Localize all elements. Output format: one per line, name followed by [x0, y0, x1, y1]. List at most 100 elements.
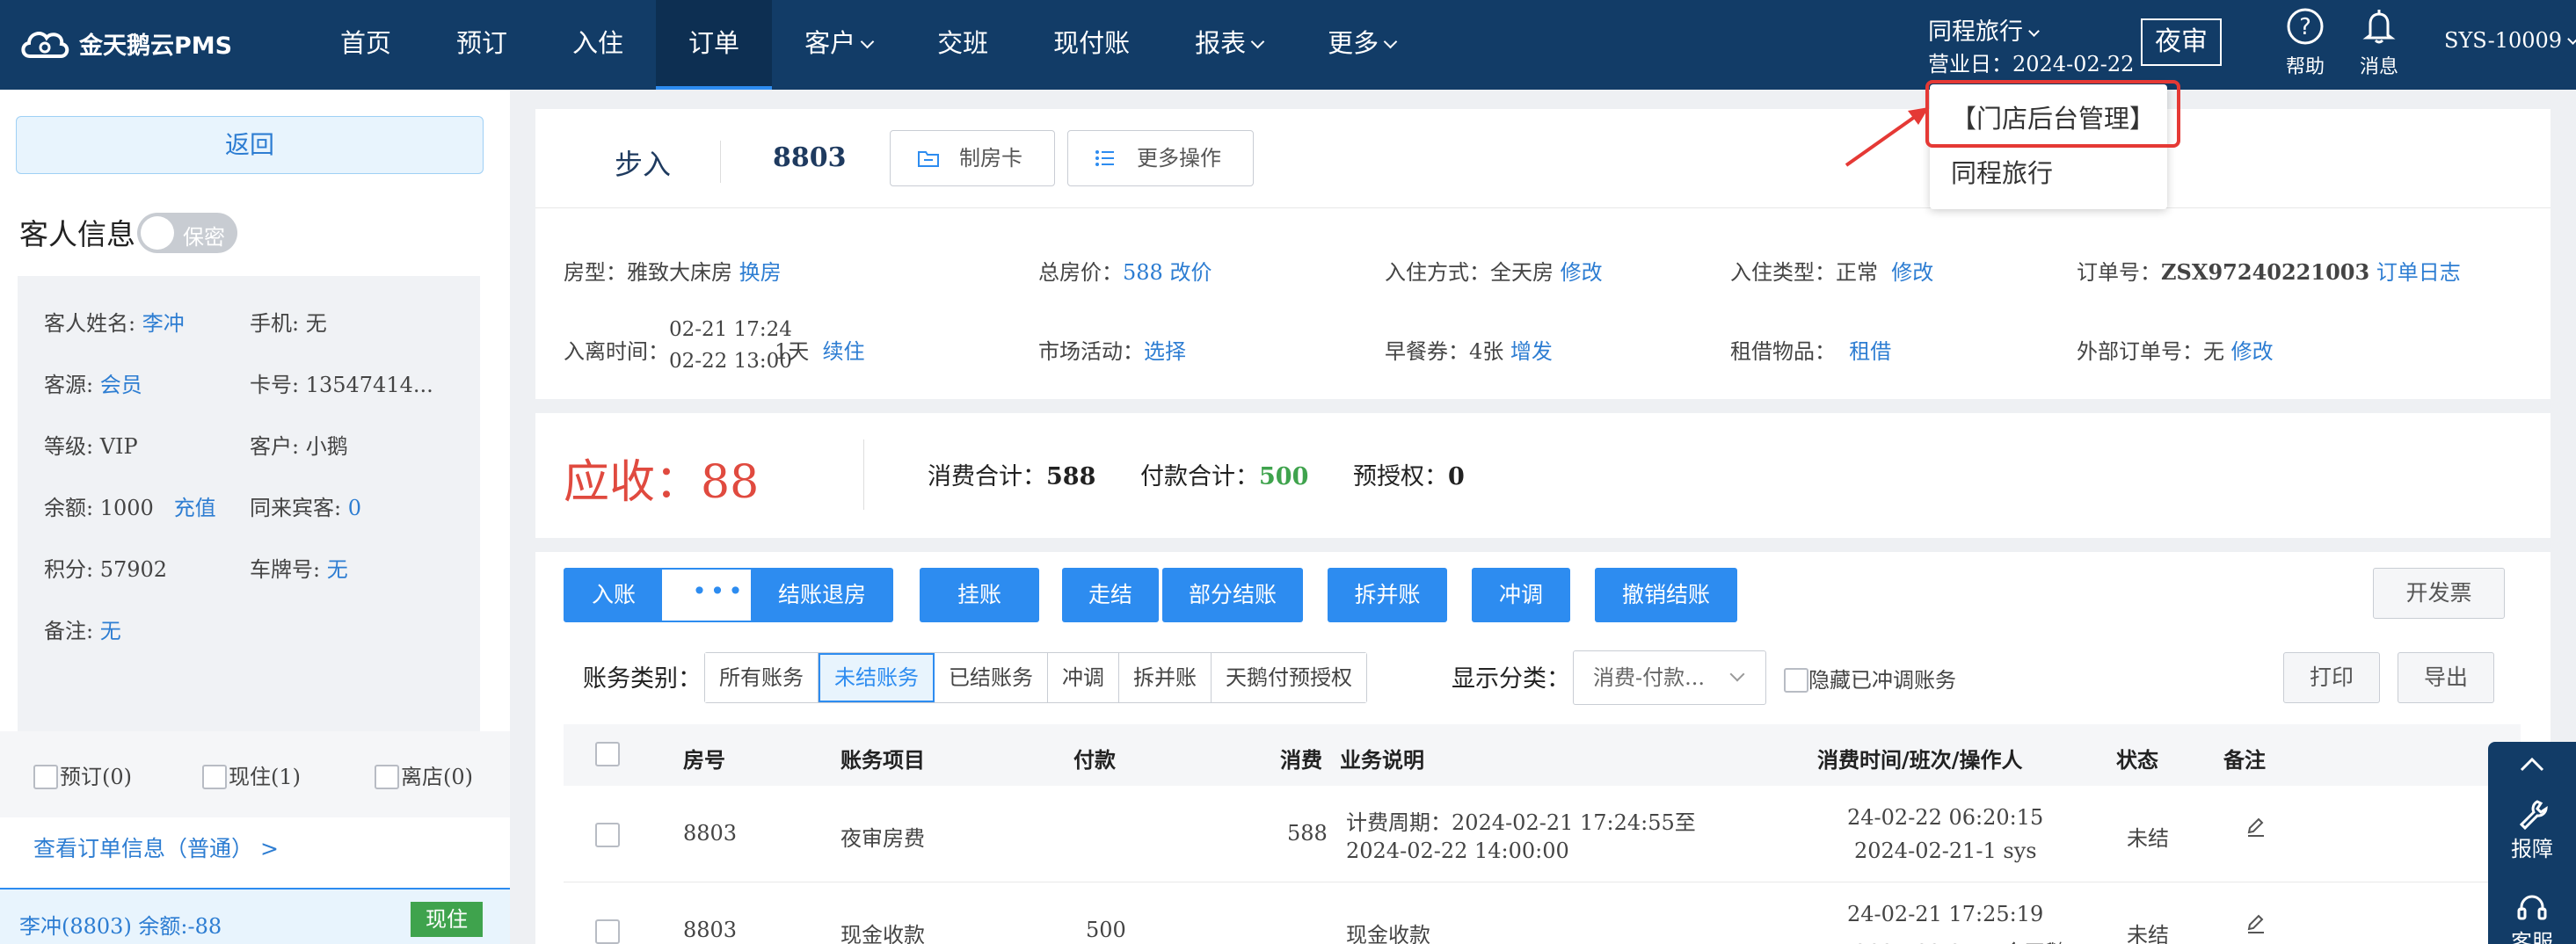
nav-checkin[interactable]: 入住: [540, 0, 656, 90]
store-selector[interactable]: 同程旅行: [1928, 12, 2040, 47]
nav-cash-account[interactable]: 现付账: [1021, 0, 1162, 90]
tab-all-accounts[interactable]: 所有账务: [705, 653, 819, 702]
checkin-type-field: 入住类型：正常 修改: [1730, 260, 1934, 285]
split-merge-button[interactable]: 拆并账: [1328, 568, 1447, 622]
guest-info-box: [18, 276, 480, 786]
order-log-link[interactable]: 订单日志: [2376, 260, 2461, 285]
hang-account-button[interactable]: 挂账: [920, 568, 1039, 622]
edit-checkin-type-link[interactable]: 修改: [1891, 260, 1933, 285]
more-operations-button[interactable]: 更多操作: [1067, 130, 1254, 186]
extend-stay-link[interactable]: 续住: [823, 339, 865, 364]
nav-reports[interactable]: 报表: [1162, 0, 1295, 90]
annotation-arrow-icon: [1845, 107, 1929, 167]
folder-icon: [918, 151, 939, 167]
divider: [720, 141, 721, 183]
guest-name-link[interactable]: 李冲: [142, 311, 185, 336]
chevron-down-icon: [860, 34, 875, 49]
edit-external-order-link[interactable]: 修改: [2231, 339, 2274, 364]
help-button[interactable]: ? 帮助: [2277, 7, 2333, 79]
tab-swan-pay-preauth[interactable]: 天鹅付预授权: [1212, 653, 1366, 702]
filter-reserved[interactable]: 预订(0): [33, 759, 132, 791]
select-all-checkbox[interactable]: [595, 742, 620, 766]
print-button[interactable]: 打印: [2283, 652, 2380, 703]
checkbox[interactable]: [202, 764, 227, 789]
issue-voucher-link[interactable]: 增发: [1510, 339, 1553, 364]
table-row[interactable]: 8803 夜审房费 588 计费周期：2024-02-21 17:24:55至 …: [564, 786, 2521, 882]
guest-phone: 手机: 无: [250, 311, 327, 336]
checkout-button[interactable]: 结账退房: [751, 568, 893, 622]
total-price-value: 588: [1123, 260, 1163, 285]
edit-pencil-icon[interactable]: [2245, 816, 2267, 839]
amount-due: 应收：88: [564, 456, 760, 509]
report-issue-button[interactable]: 报障: [2488, 796, 2576, 862]
partial-settle-button[interactable]: 部分结账: [1162, 568, 1303, 622]
tab-settled-accounts[interactable]: 已结账务: [935, 653, 1048, 702]
cell-time: 24-02-22 06:20:15: [1847, 805, 2044, 830]
remark-link[interactable]: 无: [100, 619, 121, 643]
display-category-label: 显示分类：: [1452, 665, 1570, 693]
privacy-toggle[interactable]: 保密: [137, 213, 237, 253]
filter-checked-out[interactable]: 离店(0): [375, 759, 473, 791]
brand-logo[interactable]: 金天鹅云PMS: [19, 25, 232, 62]
guest-balance: 余额: 1000 充值: [44, 496, 216, 520]
reverse-adjust-button[interactable]: 冲调: [1472, 568, 1570, 622]
guest-source-link[interactable]: 会员: [100, 373, 142, 397]
row-checkbox[interactable]: [595, 823, 620, 847]
invoice-button[interactable]: 开发票: [2373, 568, 2505, 619]
companions-link[interactable]: 0: [348, 496, 361, 520]
filter-checked-in[interactable]: 现住(1): [202, 759, 301, 791]
export-button[interactable]: 导出: [2398, 652, 2494, 703]
plate-link[interactable]: 无: [327, 557, 348, 582]
night-audit-button[interactable]: 夜审: [2141, 18, 2222, 66]
row-checkbox[interactable]: [595, 919, 620, 944]
walk-settle-button[interactable]: 走结: [1062, 568, 1159, 622]
edit-checkin-mode-link[interactable]: 修改: [1561, 260, 1603, 285]
cell-item: 现金收款: [840, 923, 925, 944]
checkbox[interactable]: [33, 764, 58, 789]
column-header: 消费时间/班次/操作人: [1817, 747, 2023, 773]
change-room-link[interactable]: 换房: [739, 260, 782, 285]
nav-more[interactable]: 更多: [1295, 0, 1428, 90]
rent-item-link[interactable]: 租借: [1849, 339, 1891, 364]
change-price-link[interactable]: 改价: [1169, 260, 1212, 285]
nav-reservation[interactable]: 预订: [424, 0, 540, 90]
market-activity-field: 市场活动：选择: [1038, 339, 1186, 364]
checkbox[interactable]: [1784, 667, 1808, 693]
select-activity-link[interactable]: 选择: [1144, 339, 1186, 364]
hide-reversed-checkbox[interactable]: 隐藏已冲调账务: [1784, 663, 1956, 694]
edit-pencil-icon[interactable]: [2245, 912, 2267, 935]
back-button[interactable]: 返回: [16, 116, 484, 174]
customer-service-button[interactable]: 客服: [2488, 890, 2576, 944]
view-order-info-link[interactable]: 查看订单信息（普通） >: [33, 831, 279, 863]
room-number: 8803: [773, 142, 847, 173]
nav-home[interactable]: 首页: [308, 0, 424, 90]
guest-level: 等级: VIP: [44, 434, 138, 459]
tab-reversed[interactable]: 冲调: [1048, 653, 1119, 702]
messages-button[interactable]: 消息: [2351, 7, 2407, 79]
annotation-highlight-box: [1925, 80, 2180, 148]
nav-orders[interactable]: 订单: [656, 0, 773, 90]
total-price-field: 总房价：588 改价: [1038, 260, 1212, 285]
scroll-top-button[interactable]: [2488, 754, 2576, 775]
cell-payment: 500: [1086, 918, 1126, 942]
wrench-icon: [2519, 800, 2548, 831]
guest-list-item[interactable]: 李冲(8803) 余额:-88 现住: [0, 888, 510, 944]
nav-shift[interactable]: 交班: [905, 0, 1021, 90]
guest-name: 客人姓名: 李冲: [44, 311, 185, 336]
menu-item-store[interactable]: 同程旅行: [1930, 146, 2167, 200]
guest-row-text: 李冲(8803) 余额:-88: [19, 914, 222, 939]
tab-unsettled-accounts[interactable]: 未结账务: [819, 653, 935, 702]
cell-status: 未结: [2127, 826, 2169, 851]
recharge-link[interactable]: 充值: [174, 496, 216, 520]
cancel-settle-button[interactable]: 撤销结账: [1595, 568, 1737, 622]
display-category-select[interactable]: 消费-付款...: [1573, 650, 1766, 705]
table-row[interactable]: 8803 现金收款 500 现金收款 24-02-21 17:25:19 202…: [564, 882, 2521, 944]
checkbox[interactable]: [375, 764, 399, 789]
tab-split-merge[interactable]: 拆并账: [1119, 653, 1212, 702]
stay-status-filter: 预订(0) 现住(1) 离店(0): [0, 731, 510, 817]
post-entry-button[interactable]: 入账: [565, 570, 662, 621]
cell-time: 24-02-21 17:25:19: [1847, 902, 2044, 926]
make-room-card-button[interactable]: 制房卡: [890, 130, 1055, 186]
user-menu[interactable]: SYS-10009: [2444, 28, 2576, 53]
nav-customers[interactable]: 客户: [772, 0, 905, 90]
